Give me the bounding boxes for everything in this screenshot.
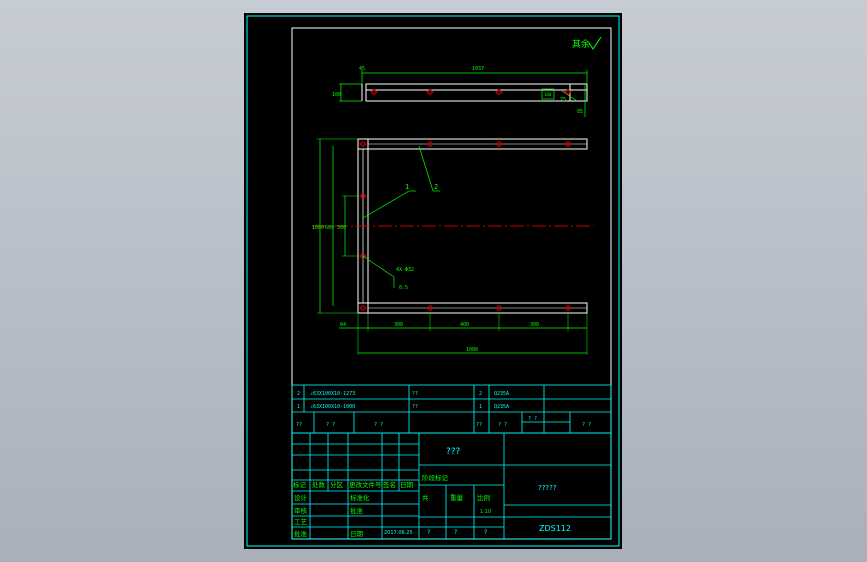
dim-right-vertical: 85 <box>577 109 583 115</box>
bom-header-5: ? ? <box>528 416 537 422</box>
bom-row2-material: Q235A <box>494 391 509 397</box>
company: ????? <box>538 484 557 492</box>
rev-header-3: 更改文件号 <box>349 480 382 489</box>
rev-header-2: 分区 <box>330 480 344 489</box>
bom-header-2: ? ? <box>374 422 383 428</box>
plan-view: 1 2 4X-Φ32 0.5 1000 600 300 84 300 400 3… <box>312 138 594 355</box>
dim-left-small: 45 <box>359 66 365 72</box>
leader-2: 2 <box>434 183 438 191</box>
dim-small-left: 300 <box>337 225 346 231</box>
rev-header-0: 标记 <box>293 480 307 489</box>
bom-header-6: ? ? <box>582 422 591 428</box>
leader-1: 1 <box>405 183 409 191</box>
qmark-1: ? <box>454 529 457 536</box>
dim-bottom-2: 400 <box>460 322 469 328</box>
sheet-info-0: 共 <box>422 493 429 502</box>
drawing-sheet: 其余 1037 45 100 100 75 85 1 2 4X-Φ32 0.5 … <box>244 13 622 549</box>
dim-inner-left: 600 <box>325 225 334 231</box>
roughness-label: 其余 <box>572 38 590 50</box>
title-block-text: ??? ????? ZDS112 2017.06.25 标记 处数 分区 更改文… <box>293 447 571 538</box>
role-0: 设计 <box>294 493 308 502</box>
bom-row1-material: Q235A <box>494 404 509 410</box>
hole-note-2: 0.5 <box>399 285 408 291</box>
bom-row2-qty: ?? <box>412 391 418 397</box>
dim-overall-bottom: 1080 <box>466 347 478 353</box>
bom-header-0: ?? <box>296 422 302 428</box>
dim-outer-left: 1000 <box>312 225 324 231</box>
title: ??? <box>446 447 461 457</box>
sheet-border <box>246 15 620 547</box>
role-3: 批准 <box>294 529 308 538</box>
top-view: 1037 45 100 100 75 85 <box>332 66 588 117</box>
rev-header-1: 处数 <box>312 480 326 489</box>
drawing-no: ZDS112 <box>539 524 571 533</box>
stage-header-1: 重量 <box>450 494 464 502</box>
date: 2017.06.25 <box>384 530 413 536</box>
hole-note: 4X-Φ32 <box>396 267 414 273</box>
drawing-frame <box>291 27 612 540</box>
qmark-2: ? <box>484 529 487 536</box>
bom-row1-name: ∠63X100X10-1000 <box>310 404 355 410</box>
dim-bottom-0: 84 <box>340 322 346 328</box>
bom-row1-count: 1 <box>479 404 482 410</box>
bom-row1-qty: ?? <box>412 404 418 410</box>
dim-bottom-3: 300 <box>530 322 539 328</box>
scale: 1:10 <box>480 509 491 515</box>
qmark-0: ? <box>427 529 430 536</box>
stage-header-0: 阶段标记 <box>422 473 449 482</box>
role-mid-0: 标准化 <box>350 493 370 502</box>
role-1: 审核 <box>294 506 308 515</box>
role-mid-1: 批准 <box>350 506 364 515</box>
bom-header-3: ?? <box>476 422 482 428</box>
rev-header-5: 日期 <box>400 481 414 489</box>
rev-header-4: 签名 <box>383 480 396 489</box>
dim-bottom-1: 300 <box>394 322 403 328</box>
drawing-canvas: 其余 1037 45 100 100 75 85 1 2 4X-Φ32 0.5 … <box>246 15 620 547</box>
bom-row2-name: ∠63X100X10-1273 <box>310 391 355 397</box>
bom-text: 2 ∠63X100X10-1273 ?? 2 Q235A 1 ∠63X100X1… <box>296 391 591 428</box>
dim-total: 1037 <box>472 66 484 72</box>
stage-header-2: 比例 <box>477 493 490 502</box>
dim-height-left: 100 <box>332 92 341 98</box>
role-mid-2: 日期 <box>350 530 364 538</box>
bom-row1-no: 1 <box>297 404 300 410</box>
bom-header-1: ? ? <box>326 422 335 428</box>
dim-right-box: 100 <box>544 92 552 97</box>
bom-header-4: ? ? <box>498 422 507 428</box>
roughness-symbol <box>588 36 602 50</box>
role-2: 工艺 <box>294 518 308 526</box>
bom-row2-count: 2 <box>479 391 482 397</box>
bom-row2-no: 2 <box>297 391 300 397</box>
dim-right-angle: 75 <box>560 97 566 103</box>
